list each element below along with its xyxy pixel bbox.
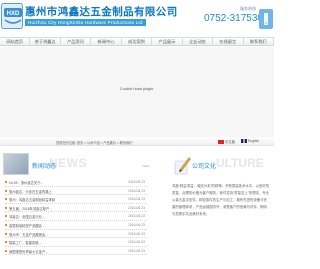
list-item[interactable]: 鸿鑫达：全国五金行业... 2016-06-23: [5, 212, 147, 221]
china-flag-icon: [218, 139, 224, 144]
culture-ghost-text: ULTURE: [216, 156, 264, 170]
list-item[interactable]: 惠州：鸿鑫达五金制品精益求精 2016-06-23: [5, 195, 147, 204]
svg-text:HXD: HXD: [7, 11, 20, 17]
list-item[interactable]: 惠州鑫达，行走在五金的路上 2016-06-23: [5, 187, 147, 196]
news-panel: NEWS 新闻动态 more 04-09，惠州鑫达关于... 2016-06-23…: [3, 152, 151, 262]
bullet-icon: [5, 198, 7, 201]
nav-company-news[interactable]: 企业动态: [183, 38, 214, 45]
news-title: 新闻动态: [32, 164, 57, 170]
bullet-icon: [5, 206, 7, 209]
main-nav: 网站首页 关于鸿鑫达 产品资讯 新闻中心 成功案例 产品展示 企业动态 在线留言…: [0, 37, 274, 46]
site-header: HXD 惠州市鸿鑫达五金制品有限公司 Huizhou City HongXinD…: [0, 0, 274, 37]
nav-about[interactable]: 关于鸿鑫达: [30, 38, 61, 45]
list-item[interactable]: 惠州市：五金产品展销会... 2016-06-23: [5, 230, 147, 239]
company-name-en: Huizhou City HongXinDa Hardware Producti…: [25, 19, 146, 26]
culture-panel: ULTURE 公司文化 鸿鑫“精益求益，诚信为本”的精神，不断提高技术水平，以良…: [160, 152, 272, 262]
logo-icon: HXD: [4, 8, 22, 24]
flash-banner[interactable]: [0, 47, 274, 137]
news-thumbnail: [3, 153, 29, 175]
bullet-icon: [5, 223, 7, 226]
culture-title: 公司文化: [192, 164, 217, 170]
news-list: 04-09，惠州鑫达关于... 2016-06-23 惠州鑫达，行走在五金的路上 2…: [5, 178, 147, 256]
breadcrumb: 您现在的位置: 首页 > 公司介绍 > 产品展示 > 联系我们: [56, 141, 133, 145]
nav-message[interactable]: 在线留言: [213, 38, 244, 45]
news-more-link[interactable]: more: [142, 164, 149, 168]
info-bar: 您现在的位置: 首页 > 公司介绍 > 产品展示 > 联系我们 中文版 Engl…: [0, 137, 274, 146]
list-item[interactable]: 我国现是世界最大五金产... 2016-06-23: [5, 247, 147, 256]
lang-en-link[interactable]: English: [241, 139, 259, 143]
list-item[interactable]: 智能工厂，智能制造 ... 2016-06-23: [5, 238, 147, 247]
bullet-icon: [5, 249, 7, 252]
lang-en-label: English: [248, 139, 260, 143]
bullet-icon: [5, 215, 7, 218]
bullet-icon: [5, 241, 7, 244]
nav-products-info[interactable]: 产品资讯: [61, 38, 92, 45]
bullet-icon: [5, 181, 7, 183]
phone-icon: [259, 9, 273, 29]
nav-cases[interactable]: 成功案例: [122, 38, 153, 45]
uk-flag-icon: [241, 139, 247, 143]
hotline-label: 服务热线: [240, 6, 256, 11]
plugin-error-message: Couldn't load plugin.: [119, 87, 155, 91]
pen-icon: [174, 157, 191, 175]
nav-home[interactable]: 网站首页: [0, 38, 31, 45]
company-logo[interactable]: HXD: [1, 3, 23, 29]
nav-contact[interactable]: 联系我们: [244, 38, 274, 45]
company-name-cn: 惠州市鸿鑫达五金制品有限公司: [25, 6, 178, 18]
culture-text: 鸿鑫“精益求益，诚信为本”的精神，不断提高技术水平，以良好的质量、合理的价格为客…: [172, 184, 270, 216]
list-item[interactable]: 04-09，惠州鑫达关于... 2016-06-23: [5, 178, 147, 187]
nav-products[interactable]: 产品展示: [152, 38, 183, 45]
bullet-icon: [5, 232, 7, 235]
list-item[interactable]: 第五届，2016年鸿鑫达新产... 2016-06-23: [5, 204, 147, 213]
lang-cn-link[interactable]: 中文版: [218, 139, 235, 144]
bullet-icon: [5, 189, 7, 192]
lang-cn-label: 中文版: [225, 140, 236, 144]
nav-news[interactable]: 新闻中心: [91, 38, 122, 45]
list-item[interactable]: 金属制品精密产品展会 ... 2016-06-23: [5, 221, 147, 230]
